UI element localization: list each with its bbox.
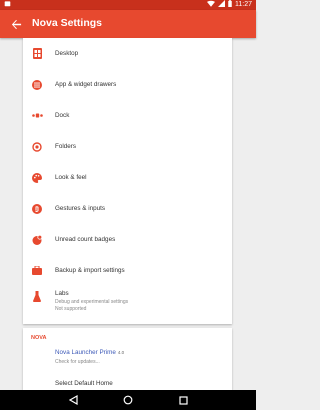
settings-item-desktop[interactable]: Desktop <box>23 38 232 69</box>
wifi-icon <box>207 0 215 11</box>
labs-description: Debug and experimental settings <box>55 299 129 305</box>
section-header: NOVA <box>31 335 47 341</box>
desktop-icon <box>31 48 43 60</box>
battery-icon <box>228 0 232 11</box>
settings-item-label: App & widget drawers <box>55 81 117 88</box>
page-title: Nova Settings <box>32 17 103 29</box>
labs-support-note: Not supported <box>55 306 87 312</box>
recents-nav-icon[interactable] <box>177 394 189 406</box>
status-bar: 11:27 <box>0 0 256 10</box>
settings-item-backup[interactable]: Backup & import settings <box>23 255 232 286</box>
nova-section: NOVA Nova Launcher Prime 4.0 Check for up… <box>23 328 232 390</box>
folder-icon <box>31 141 43 153</box>
settings-item-unread-badges[interactable]: Unread count badges <box>23 224 232 255</box>
labs-icon <box>31 290 43 302</box>
settings-item-label: Desktop <box>55 50 79 57</box>
navigation-bar <box>0 390 256 410</box>
version-label: 4.0 <box>117 350 125 355</box>
labs-label: Labs <box>55 290 69 297</box>
settings-item-gestures[interactable]: Gestures & inputs <box>23 193 232 224</box>
settings-item-label: Dock <box>55 112 70 119</box>
home-nav-icon[interactable] <box>122 394 134 406</box>
nova-prime-title: Nova Launcher Prime <box>55 349 116 356</box>
settings-item-label: Folders <box>55 143 76 150</box>
back-arrow-icon[interactable] <box>8 16 24 32</box>
settings-item-folders[interactable]: Folders <box>23 131 232 162</box>
settings-item-look-feel[interactable]: Look & feel <box>23 162 232 193</box>
select-default-home-item[interactable]: Select Default Home <box>55 380 113 387</box>
check-updates-text: Check for updates... <box>55 359 100 365</box>
settings-item-label: Gestures & inputs <box>55 205 106 212</box>
settings-item-app-drawers[interactable]: App & widget drawers <box>23 69 232 100</box>
settings-item-label: Backup & import settings <box>55 267 125 274</box>
dock-icon <box>31 110 43 122</box>
palette-icon <box>31 172 43 184</box>
drawer-icon <box>31 79 43 91</box>
settings-item-dock[interactable]: Dock <box>23 100 232 131</box>
backup-icon <box>31 265 43 277</box>
signal-icon <box>218 0 225 11</box>
settings-list: Desktop App & widget drawers Dock Folder… <box>23 38 232 324</box>
settings-item-label: Look & feel <box>55 174 87 181</box>
back-nav-icon[interactable] <box>67 394 79 406</box>
settings-item-label: Unread count badges <box>55 236 116 243</box>
app-bar: Nova Settings <box>0 10 256 38</box>
settings-item-labs[interactable]: Labs Debug and experimental settings Not… <box>23 286 232 324</box>
nova-prime-item[interactable]: Nova Launcher Prime 4.0 <box>55 349 124 356</box>
gesture-icon <box>31 203 43 215</box>
clock: 11:27 <box>235 1 252 8</box>
badge-icon <box>31 234 43 246</box>
